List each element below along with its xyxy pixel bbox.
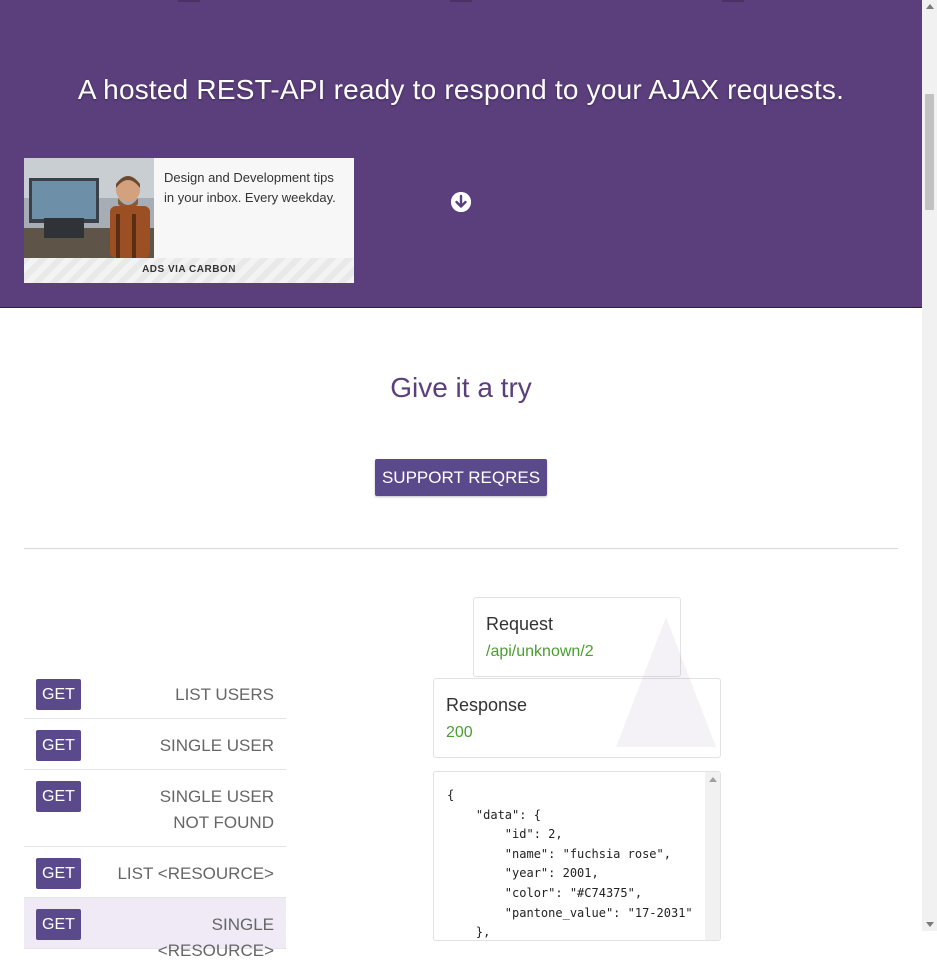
request-title: Request	[486, 614, 554, 634]
hero-banner: A hosted REST-API ready to respond to yo…	[0, 0, 922, 308]
scroll-down-icon[interactable]	[451, 192, 471, 212]
support-button[interactable]: SUPPORT REQRES	[375, 459, 547, 496]
section-divider	[24, 548, 898, 549]
scrollbar-thumb[interactable]	[925, 94, 934, 210]
code-scroll-up-icon[interactable]	[709, 777, 717, 782]
scroll-down-arrow-icon[interactable]	[926, 922, 934, 927]
page-scrollbar[interactable]	[922, 0, 937, 931]
method-badge[interactable]: GET	[36, 781, 81, 812]
endpoint-label[interactable]: LIST USERS	[104, 668, 286, 720]
hero-tagline: A hosted REST-API ready to respond to yo…	[77, 74, 845, 105]
response-title: Response	[446, 695, 528, 715]
method-badge[interactable]: GET	[36, 858, 81, 889]
method-badge[interactable]: GET	[36, 909, 81, 940]
request-panel: Request /api/unknown/2	[473, 597, 681, 677]
method-badge[interactable]: GET	[36, 730, 81, 761]
ad-text[interactable]: Design and Development tips in your inbo…	[164, 168, 344, 208]
hero-edge-mark	[722, 0, 744, 2]
scroll-up-arrow-icon[interactable]	[926, 4, 934, 9]
endpoint-label[interactable]: SINGLE USER NOT FOUND	[104, 770, 286, 848]
endpoint-label[interactable]: SINGLE USER	[104, 719, 286, 771]
response-panel: Response 200	[433, 678, 721, 758]
code-scrollbar[interactable]	[705, 772, 720, 940]
hero-edge-mark	[450, 0, 472, 2]
endpoint-single-resource[interactable]: GET SINGLE <RESOURCE>	[24, 898, 286, 960]
endpoint-list-users[interactable]: GET LIST USERS	[24, 668, 286, 719]
response-body[interactable]: { "data": { "id": 2, "name": "fuchsia ro…	[433, 771, 721, 941]
request-url[interactable]: /api/unknown/2	[486, 643, 594, 661]
hero-edge-mark	[178, 0, 200, 2]
carbon-ad[interactable]: Design and Development tips in your inbo…	[24, 158, 354, 283]
endpoint-list-resource[interactable]: GET LIST <RESOURCE>	[24, 847, 286, 898]
endpoint-list: GET LIST USERS GET SINGLE USER GET SINGL…	[24, 668, 286, 960]
response-json: { "data": { "id": 2, "name": "fuchsia ro…	[447, 788, 693, 940]
endpoint-single-user[interactable]: GET SINGLE USER	[24, 719, 286, 770]
endpoint-single-user-not-found[interactable]: GET SINGLE USER NOT FOUND	[24, 770, 286, 847]
endpoint-label[interactable]: LIST <RESOURCE>	[104, 847, 286, 899]
ad-photo	[24, 158, 154, 258]
ad-image[interactable]	[24, 158, 154, 258]
response-status: 200	[446, 724, 473, 741]
section-title: Give it a try	[390, 372, 532, 403]
endpoint-label[interactable]: SINGLE <RESOURCE>	[104, 898, 286, 976]
ad-footer[interactable]: ADS VIA CARBON	[24, 258, 354, 283]
method-badge[interactable]: GET	[36, 679, 81, 710]
